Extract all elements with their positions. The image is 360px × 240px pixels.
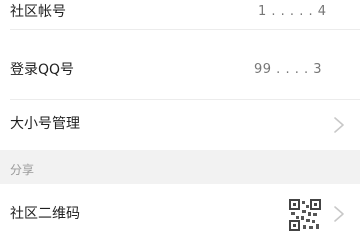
share-section-title: 分享: [10, 163, 35, 177]
share-section-header: 分享: [0, 150, 360, 184]
profile-settings-list: 社区帐号 1 . . . . . 4 登录QQ号 99 . . . . 3 大小…: [0, 0, 360, 240]
login-qq-row[interactable]: 登录QQ号 99 . . . . 3: [0, 30, 360, 100]
login-qq-value: 99 . . . . 3: [254, 62, 323, 77]
chevron-right-icon: [334, 117, 344, 133]
community-account-label: 社区帐号: [10, 4, 66, 20]
community-qr-row[interactable]: 社区二维码: [0, 184, 360, 240]
account-manage-label: 大小号管理: [10, 116, 80, 132]
qr-code-icon: [289, 199, 321, 231]
community-account-row[interactable]: 社区帐号 1 . . . . . 4: [0, 0, 360, 30]
chevron-right-icon: [334, 206, 344, 222]
login-qq-label: 登录QQ号: [10, 62, 75, 78]
account-manage-row[interactable]: 大小号管理: [0, 100, 360, 150]
community-qr-label: 社区二维码: [10, 206, 80, 222]
community-account-value: 1 . . . . . 4: [258, 4, 327, 19]
